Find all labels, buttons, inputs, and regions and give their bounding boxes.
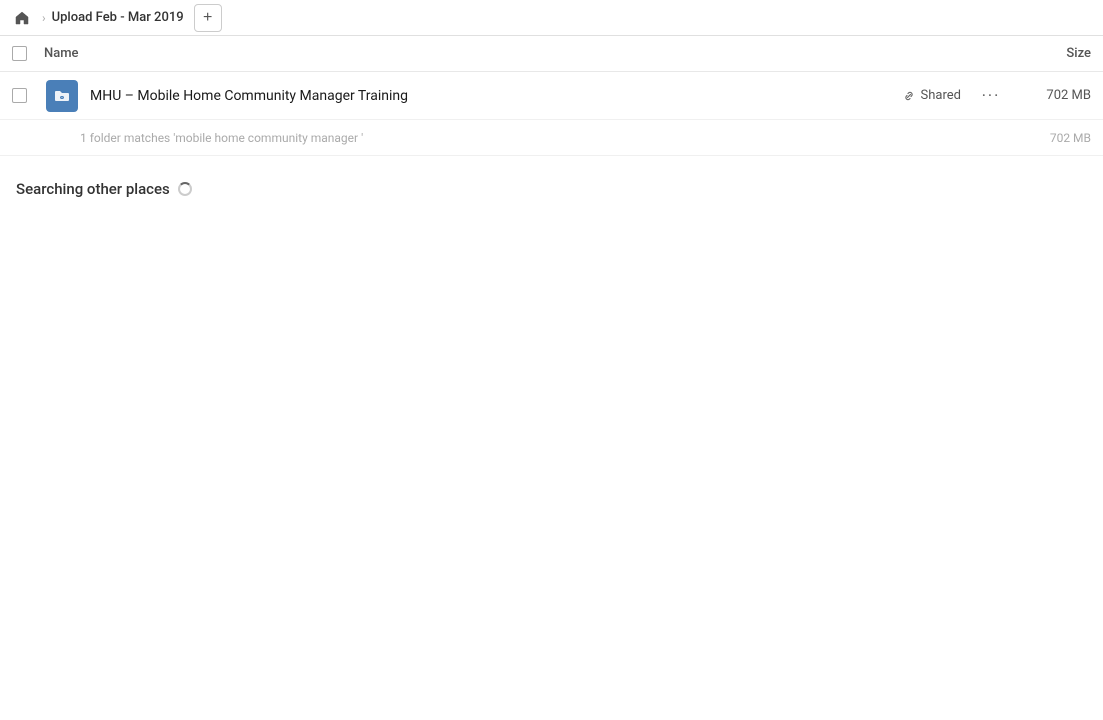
row-checkbox-area[interactable] (12, 88, 44, 103)
link-icon (902, 89, 916, 103)
shared-badge: Shared (902, 88, 961, 103)
breadcrumb-chevron: › (42, 11, 46, 25)
breadcrumb-bar: › Upload Feb - Mar 2019 + (0, 0, 1103, 36)
folder-icon (46, 80, 78, 112)
column-header-name: Name (44, 46, 1011, 61)
file-icon-area (44, 80, 80, 112)
match-info-size: 702 MB (1021, 131, 1091, 145)
add-button[interactable]: + (194, 4, 222, 32)
file-meta-right: Shared ··· 702 MB (902, 82, 1091, 110)
searching-text: Searching other places (16, 180, 170, 198)
file-name: MHU – Mobile Home Community Manager Trai… (90, 88, 408, 104)
match-info-text: 1 folder matches 'mobile home community … (80, 131, 1021, 145)
column-header-size: Size (1011, 46, 1091, 61)
breadcrumb-label: Upload Feb - Mar 2019 (52, 10, 184, 25)
home-button[interactable] (8, 4, 36, 32)
select-all-checkbox-area[interactable] (12, 46, 44, 61)
row-checkbox[interactable] (12, 88, 27, 103)
searching-section: Searching other places (0, 156, 1103, 214)
file-name-area: MHU – Mobile Home Community Manager Trai… (80, 88, 902, 104)
file-size: 702 MB (1021, 88, 1091, 103)
searching-label: Searching other places (16, 180, 1087, 198)
match-info-row: 1 folder matches 'mobile home community … (0, 120, 1103, 156)
loading-spinner (178, 182, 192, 196)
more-options-button[interactable]: ··· (977, 82, 1005, 110)
column-headers: Name Size (0, 36, 1103, 72)
table-row[interactable]: MHU – Mobile Home Community Manager Trai… (0, 72, 1103, 120)
select-all-checkbox[interactable] (12, 46, 27, 61)
shared-label: Shared (921, 88, 961, 103)
